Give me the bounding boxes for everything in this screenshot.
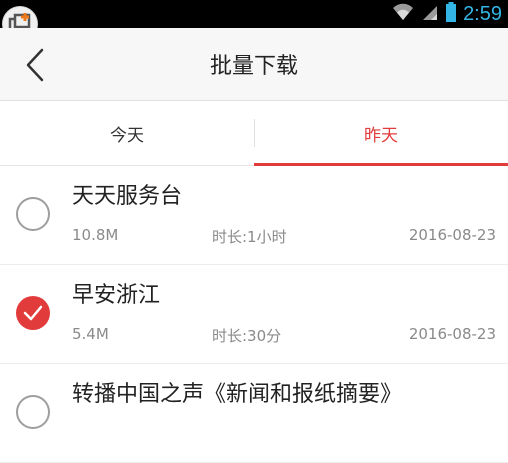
item-title: 早安浙江 <box>72 283 161 308</box>
item-date: 2016-08-23 <box>408 226 496 244</box>
item-size: 10.8M <box>72 226 119 244</box>
battery-icon <box>445 1 457 27</box>
item-duration: 时长:1小时 <box>212 228 287 246</box>
tab-yesterday[interactable]: 昨天 <box>254 101 508 165</box>
download-list: 天天服务台 10.8M 时长:1小时 2016-08-23 早安浙江 5.4M … <box>0 166 508 463</box>
checkbox-unchecked[interactable] <box>16 395 50 429</box>
list-item[interactable]: 转播中国之声《新闻和报纸摘要》 <box>0 364 508 463</box>
checkbox-unchecked[interactable] <box>16 197 50 231</box>
status-bar: 2:59 <box>0 0 508 42</box>
item-duration: 时长:30分 <box>212 327 282 345</box>
app-bar: 批量下载 <box>0 28 508 101</box>
wifi-icon <box>391 2 415 26</box>
signal-icon <box>421 2 439 26</box>
list-item[interactable]: 早安浙江 5.4M 时长:30分 2016-08-23 <box>0 265 508 364</box>
item-title: 转播中国之声《新闻和报纸摘要》 <box>72 382 403 407</box>
item-date: 2016-08-23 <box>408 325 496 343</box>
checkbox-checked[interactable] <box>16 296 50 330</box>
list-item[interactable]: 天天服务台 10.8M 时长:1小时 2016-08-23 <box>0 166 508 265</box>
check-icon <box>23 305 43 321</box>
tab-today[interactable]: 今天 <box>0 101 254 165</box>
status-icons: 2:59 <box>391 2 502 26</box>
item-size: 5.4M <box>72 325 109 343</box>
status-time: 2:59 <box>463 3 502 25</box>
item-title: 天天服务台 <box>72 184 183 209</box>
page-title: 批量下载 <box>209 54 298 79</box>
date-tabs: 今天 昨天 <box>0 101 508 166</box>
